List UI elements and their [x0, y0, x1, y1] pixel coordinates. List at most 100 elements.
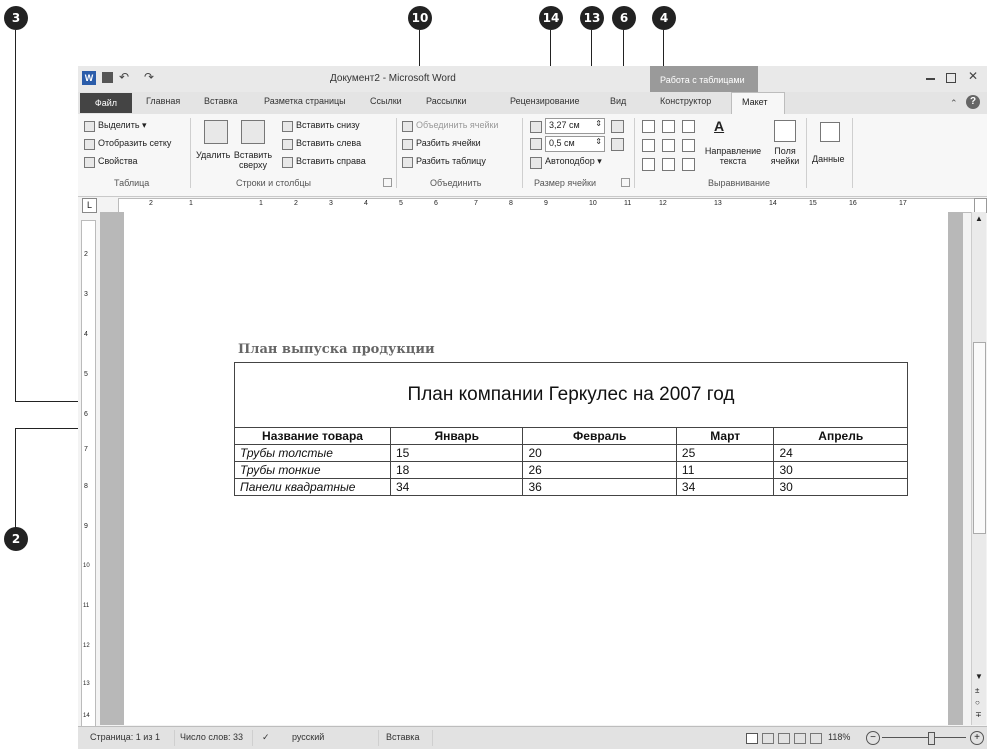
table-title-cell[interactable]: План компании Геркулес на 2007 год [234, 362, 908, 428]
insert-below-button[interactable]: Вставить снизу [296, 120, 360, 130]
table-cell[interactable]: 11 [675, 461, 775, 479]
split-table-button[interactable]: Разбить таблицу [416, 156, 486, 166]
browse-object-icon[interactable]: ○ [975, 698, 980, 707]
redo-icon[interactable]: ↷ [144, 70, 154, 84]
merge-cells-button[interactable]: Объединить ячейки [416, 120, 498, 130]
column-width-spinner-icon[interactable]: ⇕ [595, 137, 602, 146]
view-ruler-icon[interactable] [974, 198, 987, 213]
minimize-icon[interactable] [926, 78, 935, 80]
scroll-down-icon[interactable]: ▼ [975, 672, 983, 681]
zoom-slider[interactable] [882, 737, 966, 738]
select-button[interactable]: Выделить ▾ [98, 120, 147, 131]
tab-design[interactable]: Конструктор [660, 96, 711, 106]
minimize-ribbon-icon[interactable]: ⌃ [950, 98, 958, 109]
vertical-scrollbar[interactable]: ▲ ▼ ± ○ ∓ [971, 212, 986, 725]
table-cell[interactable]: 30 [773, 461, 908, 479]
zoom-level[interactable]: 118% [828, 732, 850, 742]
draft-view-icon[interactable] [810, 733, 822, 744]
language-indicator[interactable]: русский [292, 732, 324, 742]
column-header[interactable]: Название товара [234, 427, 391, 445]
tab-references[interactable]: Ссылки [370, 96, 402, 106]
align-top-right-icon[interactable] [682, 120, 695, 133]
column-header[interactable]: Февраль [522, 427, 677, 445]
web-layout-view-icon[interactable] [778, 733, 790, 744]
tab-insert[interactable]: Вставка [204, 96, 237, 106]
rows-cols-launcher-icon[interactable] [383, 178, 392, 187]
table-cell[interactable]: Трубы тонкие [234, 461, 391, 479]
zoom-slider-thumb[interactable] [928, 732, 935, 745]
vertical-ruler[interactable]: 2 3 4 5 6 7 8 9 10 11 12 13 14 [81, 220, 96, 727]
text-direction-button[interactable]: Направление текста [698, 146, 768, 166]
row-height-spinner-icon[interactable]: ⇕ [595, 119, 602, 128]
table-cell[interactable]: 26 [522, 461, 677, 479]
align-bottom-left-icon[interactable] [642, 158, 655, 171]
tab-layout[interactable]: Макет [731, 92, 785, 115]
document-page[interactable]: План выпуска продукции План компании Гер… [124, 212, 948, 725]
cell-size-launcher-icon[interactable] [621, 178, 630, 187]
table-cell[interactable]: Панели квадратные [234, 478, 391, 496]
table-cell[interactable]: 15 [389, 444, 524, 462]
delete-button[interactable]: Удалить [196, 150, 230, 160]
table-cell[interactable]: 20 [522, 444, 677, 462]
split-cells-button[interactable]: Разбить ячейки [416, 138, 481, 148]
table-cell[interactable]: Трубы толстые [234, 444, 391, 462]
autofit-button[interactable]: Автоподбор ▾ [545, 156, 602, 167]
ruler-number: 5 [399, 200, 403, 207]
insert-right-button[interactable]: Вставить справа [296, 156, 366, 166]
tab-mailings[interactable]: Рассылки [426, 96, 466, 106]
zoom-out-icon[interactable]: − [866, 731, 880, 745]
next-page-icon[interactable]: ∓ [975, 710, 982, 719]
save-icon[interactable] [102, 72, 113, 83]
align-middle-left-icon[interactable] [642, 139, 655, 152]
align-bottom-right-icon[interactable] [682, 158, 695, 171]
align-middle-center-icon[interactable] [662, 139, 675, 152]
properties-button[interactable]: Свойства [98, 156, 138, 166]
undo-icon[interactable]: ↶ [119, 70, 129, 84]
insert-left-button[interactable]: Вставить слева [296, 138, 361, 148]
help-icon[interactable]: ? [966, 95, 980, 109]
product-plan-table[interactable]: План компании Геркулес на 2007 год Назва… [234, 362, 908, 496]
table-cell[interactable]: 34 [389, 478, 524, 496]
align-bottom-center-icon[interactable] [662, 158, 675, 171]
align-top-center-icon[interactable] [662, 120, 675, 133]
column-width-input[interactable]: 0,5 см ⇕ [545, 136, 605, 152]
previous-page-icon[interactable]: ± [975, 686, 979, 695]
tab-home[interactable]: Главная [146, 96, 180, 106]
horizontal-ruler[interactable]: 2 1 1 2 3 4 5 6 7 8 9 10 11 12 13 14 15 … [118, 198, 987, 213]
print-layout-view-icon[interactable] [746, 733, 758, 744]
restore-icon[interactable] [946, 73, 956, 83]
file-tab[interactable]: Файл [80, 93, 132, 113]
page-indicator[interactable]: Страница: 1 из 1 [90, 732, 160, 742]
insert-mode-indicator[interactable]: Вставка [386, 732, 419, 742]
table-cell[interactable]: 30 [773, 478, 908, 496]
align-top-left-icon[interactable] [642, 120, 655, 133]
cell-margins-button[interactable]: Поля ячейки [768, 146, 802, 166]
view-gridlines-button[interactable]: Отобразить сетку [98, 138, 171, 148]
column-header[interactable]: Январь [389, 427, 524, 445]
scroll-thumb[interactable] [973, 342, 986, 534]
distribute-rows-icon[interactable] [611, 120, 624, 133]
table-cell[interactable]: 36 [522, 478, 677, 496]
full-screen-view-icon[interactable] [762, 733, 774, 744]
align-middle-right-icon[interactable] [682, 139, 695, 152]
table-cell[interactable]: 24 [773, 444, 908, 462]
tab-selector[interactable]: L [82, 198, 97, 213]
column-header[interactable]: Март [675, 427, 775, 445]
table-cell[interactable]: 18 [389, 461, 524, 479]
tab-view[interactable]: Вид [610, 96, 626, 106]
zoom-in-icon[interactable]: + [970, 731, 984, 745]
table-cell[interactable]: 34 [675, 478, 775, 496]
data-button[interactable]: Данные [812, 154, 845, 164]
row-height-input[interactable]: 3,27 см ⇕ [545, 118, 605, 134]
column-header[interactable]: Апрель [773, 427, 908, 445]
tab-page-layout[interactable]: Разметка страницы [264, 96, 346, 106]
outline-view-icon[interactable] [794, 733, 806, 744]
scroll-up-icon[interactable]: ▲ [975, 214, 983, 223]
word-count[interactable]: Число слов: 33 [180, 732, 243, 742]
table-cell[interactable]: 25 [675, 444, 775, 462]
distribute-columns-icon[interactable] [611, 138, 624, 151]
close-icon[interactable]: ✕ [968, 69, 978, 83]
tab-review[interactable]: Рецензирование [510, 96, 580, 106]
insert-above-button[interactable]: Вставить сверху [230, 150, 276, 170]
proofing-icon[interactable]: ✓ [262, 732, 270, 743]
